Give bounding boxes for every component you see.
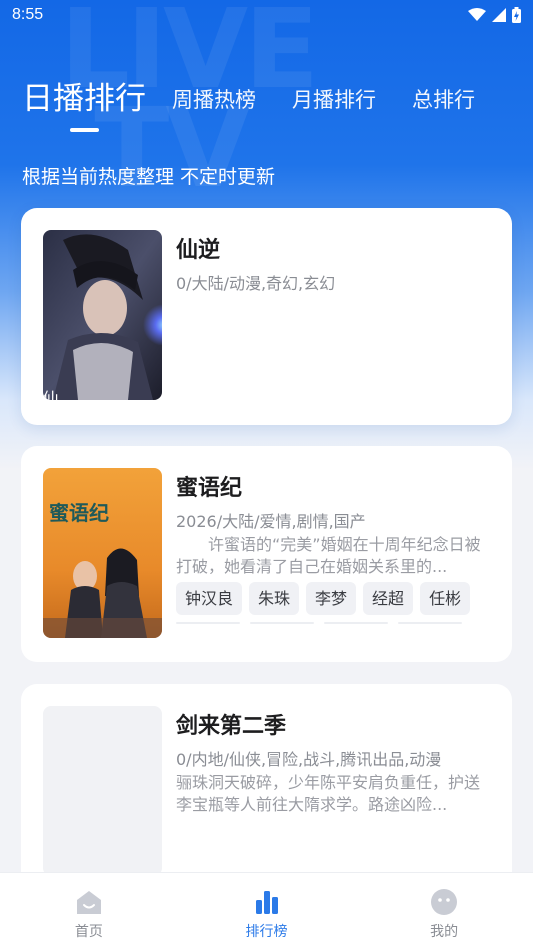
ranking-tabs: 日播排行 周播热榜 月播排行 总排行 <box>22 72 522 132</box>
tab-monthly[interactable]: 月播排行 <box>292 84 376 132</box>
bottom-navigation: 首页 排行榜 我的 <box>0 872 533 948</box>
item-title: 蜜语纪 <box>176 476 243 501</box>
status-time: 8:55 <box>12 6 44 23</box>
nav-label: 首页 <box>74 924 103 940</box>
item-meta: 0/大陆/动漫,奇幻,玄幻 <box>176 274 336 293</box>
item-title: 仙逆 <box>176 238 221 263</box>
nav-home[interactable]: 首页 <box>0 873 178 948</box>
cast-chip[interactable]: 李梦 <box>306 582 357 615</box>
nav-profile[interactable]: 我的 <box>355 873 533 948</box>
tab-daily[interactable]: 日播排行 <box>22 73 146 132</box>
cast-chip[interactable]: 任彬 <box>420 582 471 615</box>
status-bar: 8:55 <box>0 0 533 30</box>
cast-scroll-track <box>176 622 476 624</box>
tab-active-indicator <box>70 128 99 132</box>
poster-art: 仙逆 <box>43 230 162 400</box>
home-icon <box>74 887 104 917</box>
poster-text: 蜜语纪 <box>49 501 109 525</box>
nav-label: 我的 <box>430 924 459 940</box>
ranking-subtitle: 根据当前热度整理 不定时更新 <box>22 166 276 188</box>
cast-chip[interactable]: 朱珠 <box>249 582 300 615</box>
profile-icon <box>429 887 459 917</box>
item-meta: 0/内地/仙侠,冒险,战斗,腾讯出品,动漫 <box>176 750 442 769</box>
cast-list: 钟汉良 朱珠 李梦 经超 任彬 <box>176 582 471 615</box>
bar-chart-icon <box>252 887 282 917</box>
nav-ranking[interactable]: 排行榜 <box>178 873 356 948</box>
tab-label: 总排行 <box>412 88 475 112</box>
battery-icon <box>512 7 521 23</box>
item-title: 剑来第二季 <box>176 714 287 739</box>
item-description: 许蜜语的“完美”婚姻在十周年纪念日被打破，她看清了自己在婚姻关系里的... <box>176 535 481 576</box>
tab-label: 月播排行 <box>292 88 376 112</box>
poster-placeholder <box>43 706 162 876</box>
list-item[interactable]: 蜜语纪 蜜语纪 2026/大陆/爱情,剧情,国产 许蜜语的“完美”婚姻在十周年纪… <box>21 446 512 662</box>
poster-image: 仙逆 <box>43 230 162 400</box>
nav-label: 排行榜 <box>245 924 288 940</box>
poster-text: 仙逆 <box>43 390 59 400</box>
item-meta: 2026/大陆/爱情,剧情,国产 <box>176 512 366 531</box>
signal-icon <box>492 8 506 22</box>
wifi-icon <box>468 8 486 21</box>
poster-art: 蜜语纪 <box>43 468 162 638</box>
cast-chip[interactable]: 钟汉良 <box>176 582 243 615</box>
list-item[interactable]: 剑来第二季 0/内地/仙侠,冒险,战斗,腾讯出品,动漫 骊珠洞天破碎，少年陈平安… <box>21 684 512 894</box>
tab-overall[interactable]: 总排行 <box>412 84 475 132</box>
tab-label: 日播排行 <box>22 81 146 117</box>
tab-label: 周播热榜 <box>172 88 256 112</box>
status-icons <box>468 7 521 23</box>
list-item[interactable]: 仙逆 仙逆 0/大陆/动漫,奇幻,玄幻 <box>21 208 512 425</box>
tab-weekly[interactable]: 周播热榜 <box>172 84 256 132</box>
poster-image: 蜜语纪 <box>43 468 162 638</box>
cast-chip[interactable]: 经超 <box>363 582 414 615</box>
item-description: 骊珠洞天破碎，少年陈平安肩负重任，护送李宝瓶等人前往大隋求学。路途凶险... <box>176 773 481 814</box>
